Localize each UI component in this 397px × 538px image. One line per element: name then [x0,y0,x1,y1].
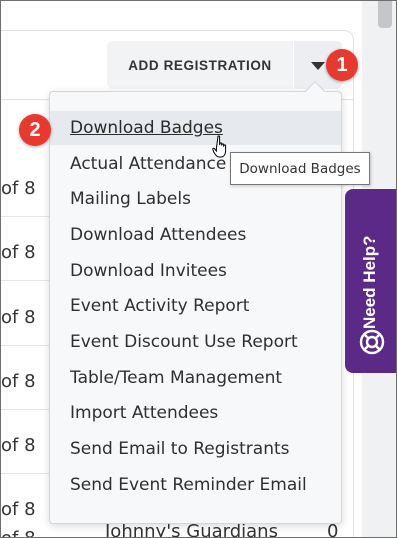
menu-item-import-attendees[interactable]: Import Attendees [50,396,341,430]
menu-item-download-badges[interactable]: Download Badges [50,111,341,145]
hand-pointer-icon [212,135,227,158]
table-cell-progress: of 8 [1,435,36,456]
table-cell-progress: of 8 [1,528,36,537]
screenshot-frame: ADD REGISTRATION of 8 of 8 of 8 of 8 of … [0,0,397,538]
menu-item-table-team-management[interactable]: Table/Team Management [50,361,341,395]
menu-item-download-attendees[interactable]: Download Attendees [50,218,341,252]
step-callout-1: 1 [326,49,358,81]
menu-item-send-event-reminder-email[interactable]: Send Event Reminder Email [50,468,341,502]
lifebuoy-icon[interactable] [357,327,387,357]
table-cell-progress: of 8 [1,178,36,199]
scrollbar-thumb[interactable] [378,1,392,28]
menu-item-send-email-to-registrants[interactable]: Send Email to Registrants [50,432,341,466]
menu-item-mailing-labels[interactable]: Mailing Labels [50,182,341,216]
table-cell-progress: of 8 [1,499,36,520]
need-help-label[interactable]: Need Help? [360,235,380,329]
table-cell-progress: of 8 [1,242,36,263]
table-cell-progress: of 8 [1,307,36,328]
tooltip: Download Badges [230,152,370,185]
menu-item-event-activity-report[interactable]: Event Activity Report [50,289,341,323]
menu-item-download-invitees[interactable]: Download Invitees [50,254,341,288]
menu-item-event-discount-use-report[interactable]: Event Discount Use Report [50,325,341,359]
table-cell-progress: of 8 [1,371,36,392]
add-registration-button[interactable]: ADD REGISTRATION [107,41,293,89]
step-callout-2: 2 [19,114,51,146]
caret-down-icon[interactable] [311,62,325,70]
